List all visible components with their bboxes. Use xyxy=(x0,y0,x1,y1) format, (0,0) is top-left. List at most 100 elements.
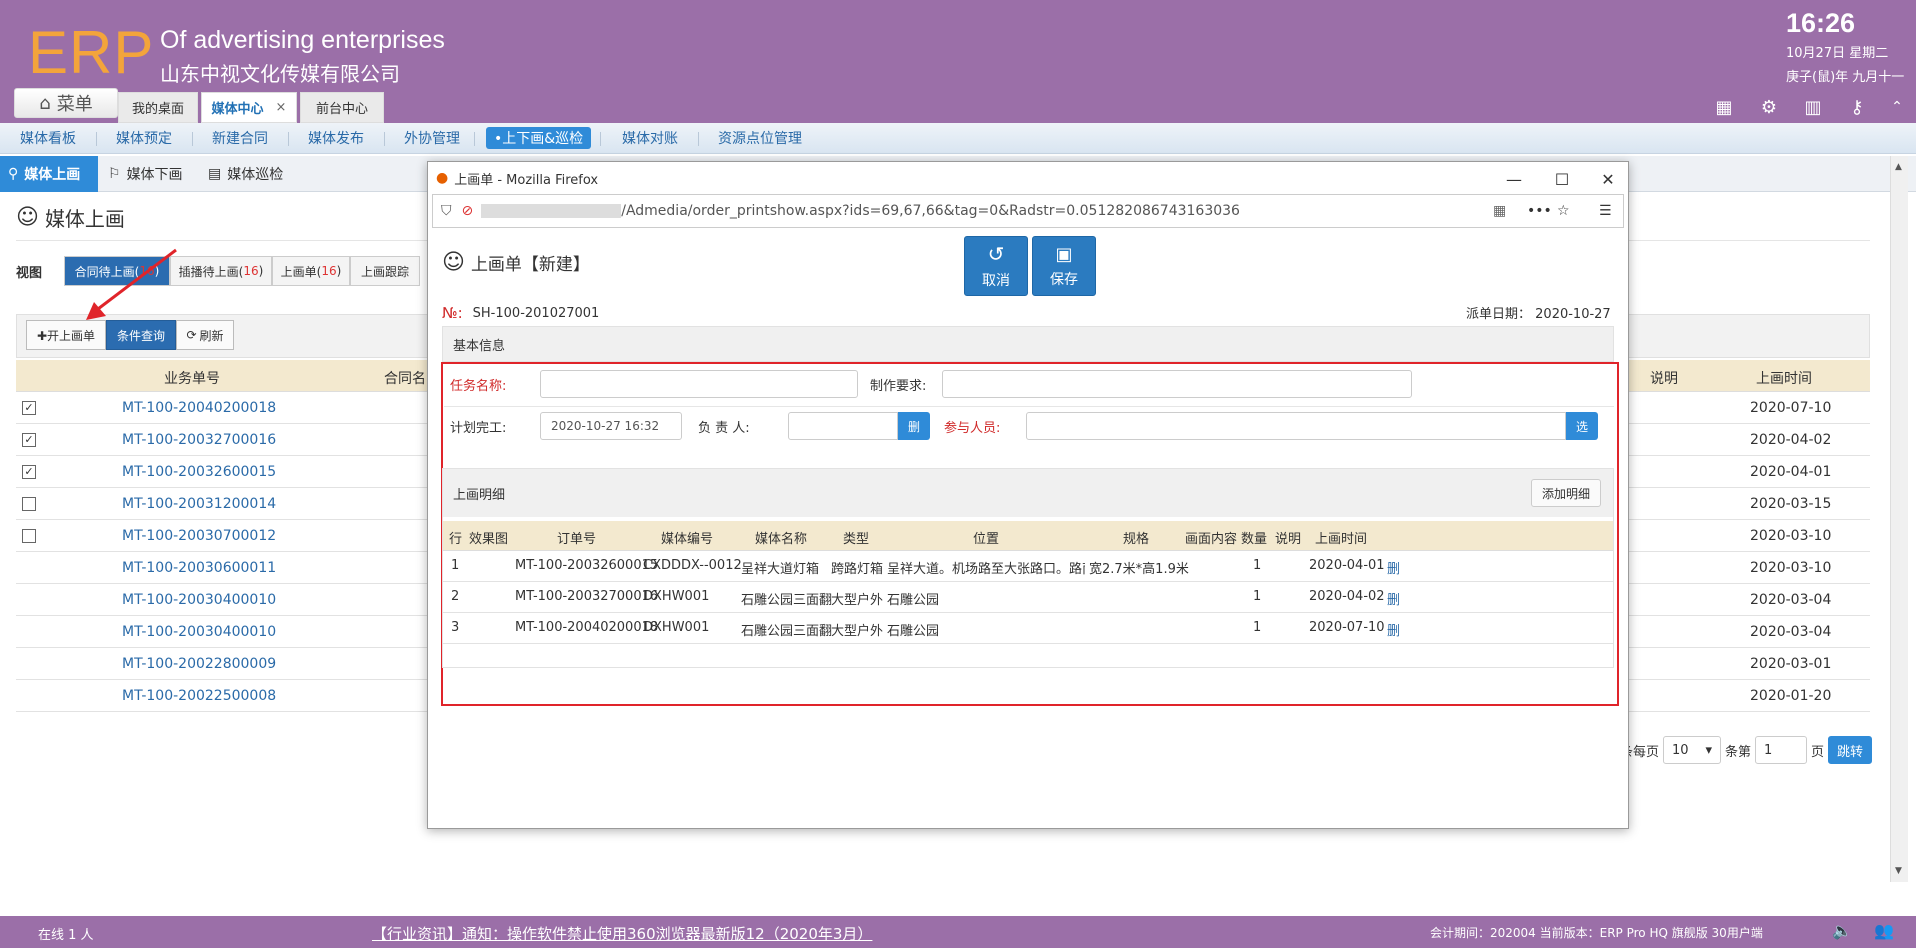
table-row: 1 MT-100-20032600015 CXDDDX--0012 呈祥大道灯箱 跨路灯… xyxy=(443,551,1613,582)
row-checkbox[interactable] xyxy=(22,497,36,511)
open-install-order-button[interactable]: ✚开上画单 xyxy=(26,320,106,350)
nav-item-media-booking[interactable]: 媒体预定 xyxy=(116,123,172,153)
owner-label: 负 责 人: xyxy=(698,420,750,436)
notice-link[interactable]: 【行业资讯】通知：操作软件禁止使用360浏览器最新版12（2020年3月） xyxy=(372,923,872,944)
condition-query-button[interactable]: 条件查询 xyxy=(106,320,176,350)
view-tab-label: 上画跟踪 xyxy=(360,264,409,279)
tab-media-center[interactable]: 媒体中心 × xyxy=(201,92,297,123)
minimize-icon[interactable]: — xyxy=(1502,170,1526,189)
per-page-value: 10 xyxy=(1672,742,1689,758)
order-number: MT-100-20032700016 xyxy=(515,589,659,604)
subtab-media-install[interactable]: ⚲ 媒体上画 xyxy=(0,156,98,192)
clock-time: 16:26 xyxy=(1786,8,1856,38)
chevron-up-icon[interactable]: ▲ xyxy=(1895,162,1902,172)
nav-item-media-reconcile[interactable]: 媒体对账 xyxy=(622,123,678,153)
online-count: 在线 1 人 xyxy=(38,928,94,943)
nav-item-media-publish[interactable]: 媒体发布 xyxy=(308,123,364,153)
view-tab-install-tracking[interactable]: 上画跟踪 xyxy=(350,256,420,286)
detail-grid-header: 行 效果图 订单号 媒体编号 媒体名称 类型 位置 规格 画面内容 数量 说明 … xyxy=(443,521,1613,551)
subtab-media-inspect[interactable]: ▤ 媒体巡检 xyxy=(200,156,300,192)
plan-finish-input[interactable]: 2020-10-27 16:32 xyxy=(540,412,682,440)
nav-item-outsourcing[interactable]: 外协管理 xyxy=(404,123,460,153)
menu-button[interactable]: ⌂ 菜单 xyxy=(14,88,118,118)
delete-link[interactable]: 删 xyxy=(1387,589,1400,608)
order-number-link[interactable]: MT-100-20032700016 xyxy=(122,432,276,448)
owner-input[interactable] xyxy=(788,412,898,440)
save-icon: ▣ xyxy=(1055,243,1073,265)
participants-input[interactable] xyxy=(1026,412,1566,440)
order-number-link[interactable]: MT-100-20022500008 xyxy=(122,688,276,704)
table-row: 2 MT-100-20032700016 DXHW001 石雕公园三面翻 大型户外 石雕公… xyxy=(443,582,1613,613)
users-icon[interactable]: 👥 xyxy=(1874,921,1894,940)
row-checkbox[interactable] xyxy=(22,529,36,543)
view-tab-insert-pending[interactable]: 插播待上画(16) xyxy=(170,256,272,286)
maximize-icon[interactable]: ☐ xyxy=(1550,170,1574,189)
order-number-link[interactable]: MT-100-20022800009 xyxy=(122,656,276,672)
add-detail-button[interactable]: 添加明细 xyxy=(1531,479,1601,507)
shirt-icon[interactable]: ▥ xyxy=(1802,96,1824,118)
install-time: 2020-04-01 xyxy=(1309,558,1385,573)
close-icon[interactable]: × xyxy=(276,100,287,115)
star-icon[interactable]: ☆ xyxy=(1557,203,1570,219)
column-header: 数量 xyxy=(1241,532,1268,547)
requirement-label: 制作要求: xyxy=(870,378,927,394)
order-number-link[interactable]: MT-100-20031200014 xyxy=(122,496,276,512)
speaker-icon[interactable]: 🔈 xyxy=(1832,921,1852,940)
subtab-media-remove[interactable]: ⚐ 媒体下画 xyxy=(100,156,198,192)
nav-item-media-board[interactable]: 媒体看板 xyxy=(20,123,76,153)
row-checkbox[interactable]: ✓ xyxy=(22,433,36,447)
tab-my-desktop[interactable]: 我的桌面 xyxy=(118,92,198,123)
scrollbar[interactable]: ▲ ▼ xyxy=(1890,156,1908,882)
detail-title: 上画明细 xyxy=(453,487,506,503)
nav-item-install-inspect[interactable]: •上下画&巡检 xyxy=(486,127,592,149)
order-number-link[interactable]: MT-100-20030700012 xyxy=(122,528,276,544)
document-icon: ▤ xyxy=(208,166,222,182)
window-title: 上画单 - Mozilla Firefox xyxy=(454,172,599,188)
undo-icon: ↺ xyxy=(987,242,1005,266)
order-number-link[interactable]: MT-100-20040200018 xyxy=(122,400,276,416)
media-name: 石雕公园三面翻 xyxy=(741,624,833,639)
nav-item-resource-management[interactable]: 资源点位管理 xyxy=(718,123,802,153)
row-checkbox[interactable]: ✓ xyxy=(22,401,36,415)
per-page-select[interactable]: 10 ▾ xyxy=(1663,736,1722,764)
order-number-link[interactable]: MT-100-20030400010 xyxy=(122,592,276,608)
url-text: /Admedia/order_printshow.aspx?ids=69,67,… xyxy=(621,203,1240,219)
nav-item-new-contract[interactable]: 新建合同 xyxy=(212,123,268,153)
quantity: 1 xyxy=(1253,558,1262,573)
divider xyxy=(444,406,1614,407)
more-icon[interactable]: ••• xyxy=(1527,203,1552,219)
order-number-link[interactable]: MT-100-20032600015 xyxy=(122,464,276,480)
view-label: 视图 xyxy=(16,266,43,281)
row-checkbox[interactable]: ✓ xyxy=(22,465,36,479)
close-icon[interactable]: ✕ xyxy=(1596,170,1620,189)
chevron-down-icon[interactable]: ▼ xyxy=(1895,866,1902,876)
owner-delete-button[interactable]: 删 xyxy=(898,412,930,440)
hamburger-icon[interactable]: ☰ xyxy=(1599,203,1612,219)
column-header: 上画时间 xyxy=(1315,532,1368,547)
order-number-link[interactable]: MT-100-20030400010 xyxy=(122,624,276,640)
apps-icon[interactable]: ▦ xyxy=(1713,96,1735,118)
cancel-button[interactable]: ↺ 取消 xyxy=(964,236,1028,296)
column-header: 订单号 xyxy=(557,532,597,547)
delete-link[interactable]: 删 xyxy=(1387,620,1400,639)
detail-grid: 行 效果图 订单号 媒体编号 媒体名称 类型 位置 规格 画面内容 数量 说明 … xyxy=(443,521,1613,644)
order-number-link[interactable]: MT-100-20030600011 xyxy=(122,560,276,576)
requirement-input[interactable] xyxy=(942,370,1412,398)
participants-select-button[interactable]: 选 xyxy=(1566,412,1598,440)
qr-code-icon[interactable]: ▦ xyxy=(1493,203,1506,219)
tab-front-desk[interactable]: 前台中心 xyxy=(300,92,384,123)
task-name-input[interactable] xyxy=(540,370,858,398)
view-tab-install-orders[interactable]: 上画单(16) xyxy=(272,256,350,286)
save-button[interactable]: ▣ 保存 xyxy=(1032,236,1096,296)
url-bar[interactable]: ⛉ ⊘ /Admedia/order_printshow.aspx?ids=69… xyxy=(432,194,1624,228)
key-icon[interactable]: ⚷ xyxy=(1846,96,1868,118)
task-name-label: 任务名称: xyxy=(450,378,507,394)
delete-link[interactable]: 删 xyxy=(1387,558,1400,577)
media-code: DXHW001 xyxy=(643,620,710,635)
collapse-icon[interactable]: ⌃ xyxy=(1886,96,1908,118)
go-button[interactable]: 跳转 xyxy=(1828,736,1873,764)
install-time: 2020-03-01 xyxy=(1750,656,1832,672)
refresh-button[interactable]: ⟳ 刷新 xyxy=(176,320,234,350)
gear-icon[interactable]: ⚙ xyxy=(1758,96,1780,118)
page-input[interactable]: 1 xyxy=(1755,736,1808,764)
